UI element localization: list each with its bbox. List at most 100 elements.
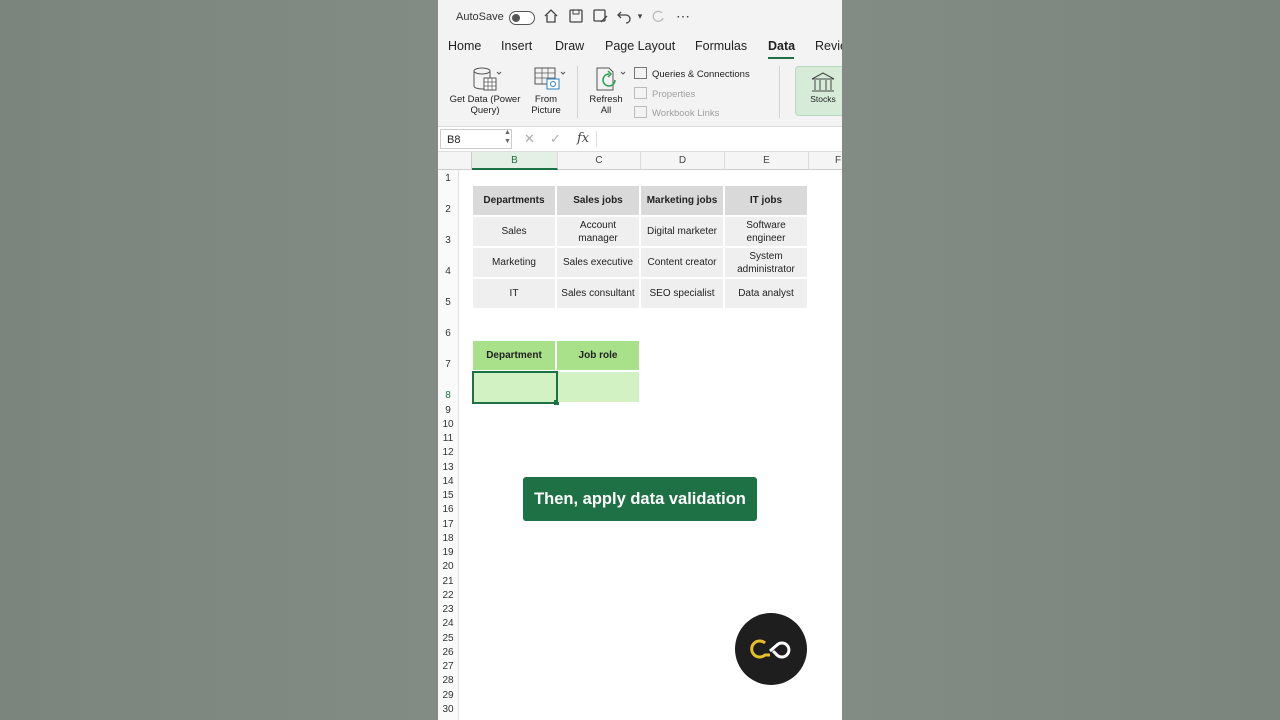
row-header[interactable]: 3 bbox=[438, 235, 458, 246]
more-options-icon[interactable]: ⋯ bbox=[675, 8, 691, 24]
cancel-icon: ✕ bbox=[524, 131, 535, 146]
from-picture-button[interactable]: From Picture bbox=[526, 66, 566, 116]
cell-c8[interactable] bbox=[558, 372, 639, 402]
row-header[interactable]: 20 bbox=[438, 561, 458, 572]
row-header[interactable]: 15 bbox=[438, 490, 458, 501]
table-cell[interactable]: IT bbox=[473, 279, 555, 308]
table-cell[interactable]: System administrator bbox=[725, 248, 807, 277]
background-left bbox=[0, 0, 438, 720]
table-cell[interactable]: SEO specialist bbox=[641, 279, 723, 308]
table2-header-job-role[interactable]: Job role bbox=[557, 341, 639, 370]
table-cell[interactable]: Content creator bbox=[641, 248, 723, 277]
home-icon[interactable] bbox=[543, 8, 559, 24]
column-header-d[interactable]: D bbox=[641, 152, 725, 170]
save-as-icon[interactable] bbox=[592, 8, 608, 24]
table-cell[interactable]: Data analyst bbox=[725, 279, 807, 308]
column-header-c[interactable]: C bbox=[558, 152, 641, 170]
save-icon[interactable] bbox=[568, 8, 584, 24]
column-header-f[interactable]: F bbox=[809, 152, 842, 170]
table1-header-departments[interactable]: Departments bbox=[473, 186, 555, 215]
properties-button: Properties bbox=[634, 87, 695, 100]
row-header[interactable]: 18 bbox=[438, 533, 458, 544]
formula-bar: B8 ▲ ▼ ✕ ✓ fx bbox=[438, 127, 842, 152]
stocks-button[interactable]: Stocks bbox=[795, 66, 842, 116]
queries-label: Queries & Connections bbox=[652, 69, 750, 80]
worksheet[interactable]: B C D E F 1 2 3 4 5 6 7 8 9 10 11 12 13 … bbox=[438, 152, 842, 720]
table-cell[interactable]: Sales consultant bbox=[557, 279, 639, 308]
row-header[interactable]: 5 bbox=[438, 297, 458, 308]
row-header[interactable]: 9 bbox=[438, 405, 458, 416]
row-header[interactable]: 14 bbox=[438, 476, 458, 487]
queries-connections-button[interactable]: Queries & Connections bbox=[634, 67, 750, 80]
row-header[interactable]: 17 bbox=[438, 519, 458, 530]
tab-insert[interactable]: Insert bbox=[501, 39, 532, 53]
row-header-selected[interactable]: 8 bbox=[438, 390, 458, 401]
row-header[interactable]: 22 bbox=[438, 590, 458, 601]
column-header-e[interactable]: E bbox=[725, 152, 809, 170]
refresh-all-button[interactable]: Refresh All bbox=[586, 66, 626, 116]
tab-draw[interactable]: Draw bbox=[555, 39, 584, 53]
table1-header-it-jobs[interactable]: IT jobs bbox=[725, 186, 807, 215]
tab-data[interactable]: Data bbox=[768, 39, 795, 53]
row-header[interactable]: 23 bbox=[438, 604, 458, 615]
background-right bbox=[842, 0, 1280, 720]
workbook-links-label: Workbook Links bbox=[652, 108, 720, 119]
row-header[interactable]: 21 bbox=[438, 576, 458, 587]
stocks-label: Stocks bbox=[810, 94, 836, 104]
row-header[interactable]: 2 bbox=[438, 204, 458, 215]
table-cell[interactable]: Account manager bbox=[557, 217, 639, 246]
table1-header-marketing-jobs[interactable]: Marketing jobs bbox=[641, 186, 723, 215]
enter-icon: ✓ bbox=[550, 131, 561, 146]
table-cell[interactable]: Software engineer bbox=[725, 217, 807, 246]
tab-page-layout[interactable]: Page Layout bbox=[605, 39, 675, 53]
table2-header-department[interactable]: Department bbox=[473, 341, 555, 370]
select-all-corner[interactable] bbox=[438, 152, 472, 170]
refresh-all-label: Refresh All bbox=[589, 94, 623, 116]
row-header[interactable]: 12 bbox=[438, 447, 458, 458]
row-header[interactable]: 4 bbox=[438, 266, 458, 277]
row-header[interactable]: 13 bbox=[438, 462, 458, 473]
autosave-label: AutoSave bbox=[456, 11, 504, 23]
row-header[interactable]: 19 bbox=[438, 547, 458, 558]
tab-review[interactable]: Revie bbox=[815, 39, 842, 53]
undo-icon[interactable] bbox=[616, 8, 632, 24]
row-header[interactable]: 27 bbox=[438, 661, 458, 672]
table-cell[interactable]: Sales executive bbox=[557, 248, 639, 277]
get-data-label: Get Data (Power Query) bbox=[449, 94, 521, 116]
refresh-icon bbox=[593, 66, 626, 92]
workbook-links-icon bbox=[634, 106, 647, 118]
database-icon bbox=[472, 66, 502, 92]
get-data-button[interactable]: Get Data (Power Query) bbox=[446, 66, 524, 116]
row-header[interactable]: 29 bbox=[438, 690, 458, 701]
row-header[interactable]: 11 bbox=[438, 433, 458, 444]
cell-b8-selected[interactable] bbox=[472, 371, 558, 404]
table-cell[interactable]: Digital marketer bbox=[641, 217, 723, 246]
table-cell[interactable]: Marketing bbox=[473, 248, 555, 277]
row-header[interactable]: 25 bbox=[438, 633, 458, 644]
undo-dropdown-icon[interactable]: ▾ bbox=[632, 8, 648, 24]
row-header[interactable]: 28 bbox=[438, 675, 458, 686]
autosave-toggle[interactable] bbox=[509, 11, 535, 25]
tab-home[interactable]: Home bbox=[448, 39, 481, 53]
row-header[interactable]: 6 bbox=[438, 328, 458, 339]
column-header-b[interactable]: B bbox=[472, 152, 558, 170]
tab-formulas[interactable]: Formulas bbox=[695, 39, 747, 53]
row-header[interactable]: 16 bbox=[438, 504, 458, 515]
row-header[interactable]: 24 bbox=[438, 618, 458, 629]
row-header[interactable]: 10 bbox=[438, 419, 458, 430]
excel-window: AutoSave ▾ ⋯ Home Insert Draw Page Layou… bbox=[438, 0, 842, 720]
workbook-links-button: Workbook Links bbox=[634, 106, 719, 119]
row-header[interactable]: 26 bbox=[438, 647, 458, 658]
active-tab-indicator bbox=[768, 57, 794, 59]
row-header[interactable]: 30 bbox=[438, 704, 458, 715]
table-cell[interactable]: Sales bbox=[473, 217, 555, 246]
row-header[interactable]: 1 bbox=[438, 173, 458, 184]
row-header[interactable]: 7 bbox=[438, 359, 458, 370]
insert-function-button[interactable]: fx bbox=[577, 131, 589, 146]
ribbon-separator bbox=[779, 66, 780, 118]
title-bar: AutoSave ▾ ⋯ bbox=[438, 0, 842, 34]
name-box-spinner-icon[interactable]: ▲ ▼ bbox=[504, 128, 511, 146]
table1-header-sales-jobs[interactable]: Sales jobs bbox=[557, 186, 639, 215]
infinity-logo-icon bbox=[750, 639, 791, 659]
name-box[interactable]: B8 bbox=[440, 129, 512, 149]
